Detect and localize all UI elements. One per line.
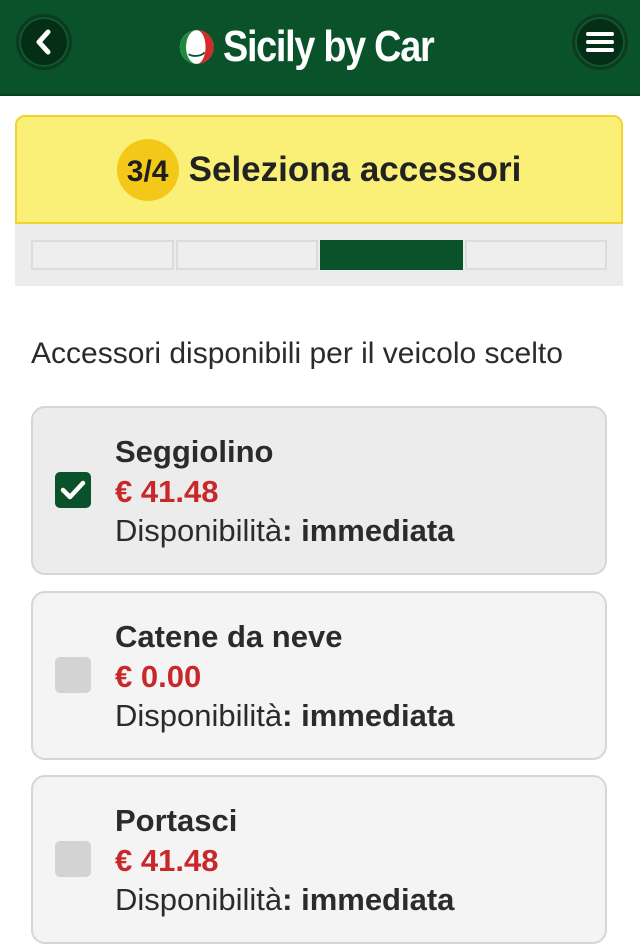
- availability-label: Disponibilità: [115, 513, 283, 548]
- accessory-availability: Disponibilità: immediata: [115, 698, 454, 734]
- accessory-name: Seggiolino: [115, 434, 274, 469]
- app-header: Sicily by Car: [0, 0, 640, 96]
- availability-value: : immediata: [282, 882, 455, 917]
- progress-segment-2: [175, 240, 318, 270]
- section-subtitle: Accessori disponibili per il veicolo sce…: [31, 337, 563, 370]
- availability-value: : immediata: [282, 698, 455, 733]
- accessory-checkbox[interactable]: [55, 841, 91, 877]
- accessory-price: € 0.00: [115, 659, 202, 694]
- progress-segment-4: [464, 240, 607, 270]
- accessory-price: € 41.48: [115, 843, 219, 878]
- accessory-card[interactable]: Seggiolino € 41.48 Disponibilità: immedi…: [31, 406, 607, 575]
- brand-name: Sicily by Car: [223, 22, 435, 71]
- progress-area: [15, 224, 623, 286]
- hamburger-menu-icon: [586, 32, 614, 52]
- accessory-availability: Disponibilità: immediata: [115, 513, 454, 549]
- step-banner: 3/4 Seleziona accessori: [15, 115, 623, 224]
- chevron-left-icon: [36, 29, 51, 55]
- accessory-checkbox[interactable]: [55, 472, 91, 508]
- accessory-price: € 41.48: [115, 474, 219, 509]
- availability-label: Disponibilità: [115, 698, 283, 733]
- accessory-name: Portasci: [115, 803, 238, 838]
- progress-segment-1: [31, 240, 174, 270]
- accessory-card[interactable]: Portasci € 41.48 Disponibilità: immediat…: [31, 775, 607, 944]
- step-progress-bar: [31, 240, 607, 270]
- menu-button[interactable]: [572, 14, 628, 70]
- availability-label: Disponibilità: [115, 882, 283, 917]
- brand-logo[interactable]: Sicily by Car: [178, 18, 468, 76]
- page-title: Seleziona accessori: [188, 149, 522, 189]
- progress-segment-3: [320, 240, 463, 270]
- step-badge: 3/4: [116, 138, 179, 201]
- accessory-availability: Disponibilità: immediata: [115, 882, 454, 918]
- checkmark-icon: [60, 480, 86, 500]
- availability-value: : immediata: [282, 513, 455, 548]
- accessory-checkbox[interactable]: [55, 657, 91, 693]
- back-button[interactable]: [16, 14, 72, 70]
- accessory-name: Catene da neve: [115, 619, 343, 654]
- accessory-card[interactable]: Catene da neve € 0.00 Disponibilità: imm…: [31, 591, 607, 760]
- italy-flag-logo-icon: [179, 30, 214, 64]
- accessories-page: 3/4 Seleziona accessori Accessori dispon…: [15, 115, 623, 944]
